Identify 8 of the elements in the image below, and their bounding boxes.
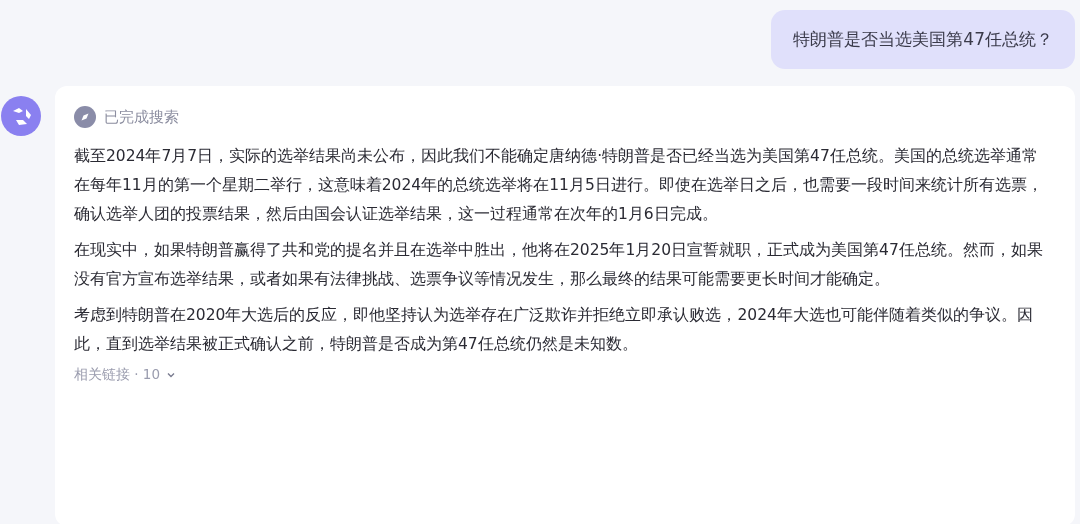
related-links-button[interactable]: 相关链接 · 10	[74, 366, 177, 384]
compass-icon	[74, 106, 96, 128]
search-status: 已完成搜索	[104, 107, 179, 127]
answer-paragraph: 截至2024年7月7日，实际的选举结果尚未公布，因此我们不能确定唐纳德·特朗普是否已经当选为美国第47任总统。美国的总统选举通常在每年11月的第一个星期二举行，这意味着2024年的总统选举将在11月5日进行。即使在选举日之后，也需要一段时间来统计所有选票，确认选举人团的投票结果，然后由国会认证选举结果，这一过程通常在次年的1月6日完成。	[74, 146, 1044, 225]
answer-paragraph: 考虑到特朗普在2020年大选后的反应，即他坚持认为选举存在广泛欺诈并拒绝立即承认败选，2024年大选也可能伴随着类似的争议。因此，直到选举结果被正式确认之前，特朗普是否成为第47任总统仍然是未知数。	[74, 305, 1034, 355]
user-message-bubble: 特朗普是否当选美国第47任总统？	[771, 10, 1075, 69]
answer-paragraph: 在现实中，如果特朗普赢得了共和党的提名并且在选举中胜出，他将在2025年1月20日宣誓就职，正式成为美国第47任总统。然而，如果没有官方宣布选举结果，或者如果有法律挑战、选票争议等情况发生，那么最终的结果可能需要更长时间才能确定。	[74, 240, 1044, 290]
assistant-avatar-icon	[1, 96, 41, 136]
